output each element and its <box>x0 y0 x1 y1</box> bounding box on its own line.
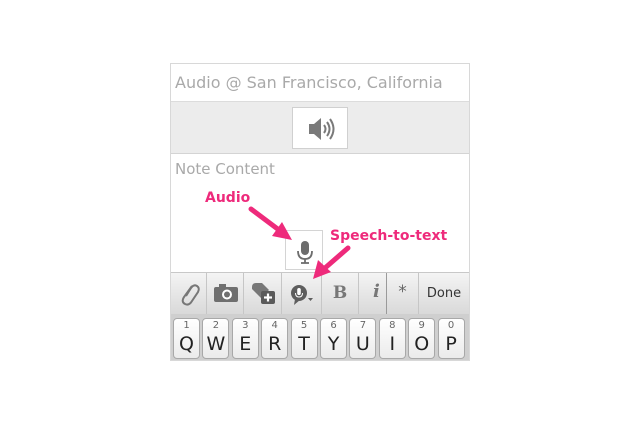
done-button[interactable]: Done <box>419 273 469 314</box>
speech-to-text-button[interactable] <box>282 273 322 314</box>
key-number: 0 <box>447 320 455 331</box>
note-title-input[interactable]: Audio @ San Francisco, California <box>171 64 469 102</box>
key-u[interactable]: 7U <box>349 318 377 359</box>
add-tag-icon <box>252 283 275 304</box>
paperclip-icon <box>181 284 200 306</box>
add-tag-button[interactable] <box>244 273 282 314</box>
key-number: 4 <box>271 320 278 331</box>
note-editor: Audio @ San Francisco, California Note C… <box>170 63 470 361</box>
key-p[interactable]: 0P <box>437 318 465 359</box>
key-number: 6 <box>330 320 337 331</box>
key-e[interactable]: 3E <box>231 318 259 359</box>
formatting-toolbar: B i * Done <box>171 272 469 314</box>
key-letter: O <box>414 333 430 355</box>
key-r[interactable]: 4R <box>261 318 289 359</box>
attach-button[interactable] <box>171 273 207 314</box>
audio-record-button[interactable] <box>285 230 323 270</box>
speaker-icon <box>309 118 335 140</box>
audio-bar <box>171 102 469 154</box>
star-button[interactable]: * <box>387 273 419 314</box>
camera-icon <box>214 284 238 302</box>
key-i[interactable]: 8I <box>378 318 406 359</box>
audio-callout-label: Audio <box>205 190 251 206</box>
key-letter: W <box>206 333 226 355</box>
key-number: 1 <box>183 320 190 331</box>
key-letter: Y <box>327 333 340 355</box>
key-letter: P <box>445 333 457 355</box>
keyboard: 1Q2W3E4R5T6Y7U8I9O0P <box>171 314 469 360</box>
microphone-icon <box>297 241 313 264</box>
key-number: 7 <box>359 320 367 331</box>
speaker-button[interactable] <box>292 107 348 149</box>
note-content-area[interactable]: Note Content <box>171 154 469 272</box>
key-letter: E <box>239 333 252 355</box>
italic-button[interactable]: i <box>359 273 387 314</box>
key-letter: U <box>355 333 370 355</box>
key-w[interactable]: 2W <box>202 318 230 359</box>
key-number: 2 <box>212 320 220 331</box>
key-o[interactable]: 9O <box>408 318 436 359</box>
key-number: 5 <box>300 320 308 331</box>
italic-label: i <box>373 281 380 302</box>
bold-label: B <box>332 283 348 303</box>
speech-mic-icon <box>291 285 313 305</box>
key-letter: T <box>298 333 310 355</box>
camera-button[interactable] <box>207 273 244 314</box>
key-number: 8 <box>389 320 396 331</box>
key-y[interactable]: 6Y <box>320 318 347 359</box>
key-letter: Q <box>179 333 194 355</box>
note-content-placeholder: Note Content <box>175 160 275 178</box>
key-q[interactable]: 1Q <box>173 318 200 359</box>
done-label: Done <box>426 286 462 301</box>
bold-button[interactable]: B <box>322 273 359 314</box>
key-letter: I <box>389 333 396 355</box>
key-number: 9 <box>418 320 425 331</box>
speech-callout-label: Speech-to-text <box>330 228 448 244</box>
key-letter: R <box>268 333 282 355</box>
key-number: 3 <box>242 320 249 331</box>
star-label: * <box>398 282 407 302</box>
key-t[interactable]: 5T <box>290 318 318 359</box>
